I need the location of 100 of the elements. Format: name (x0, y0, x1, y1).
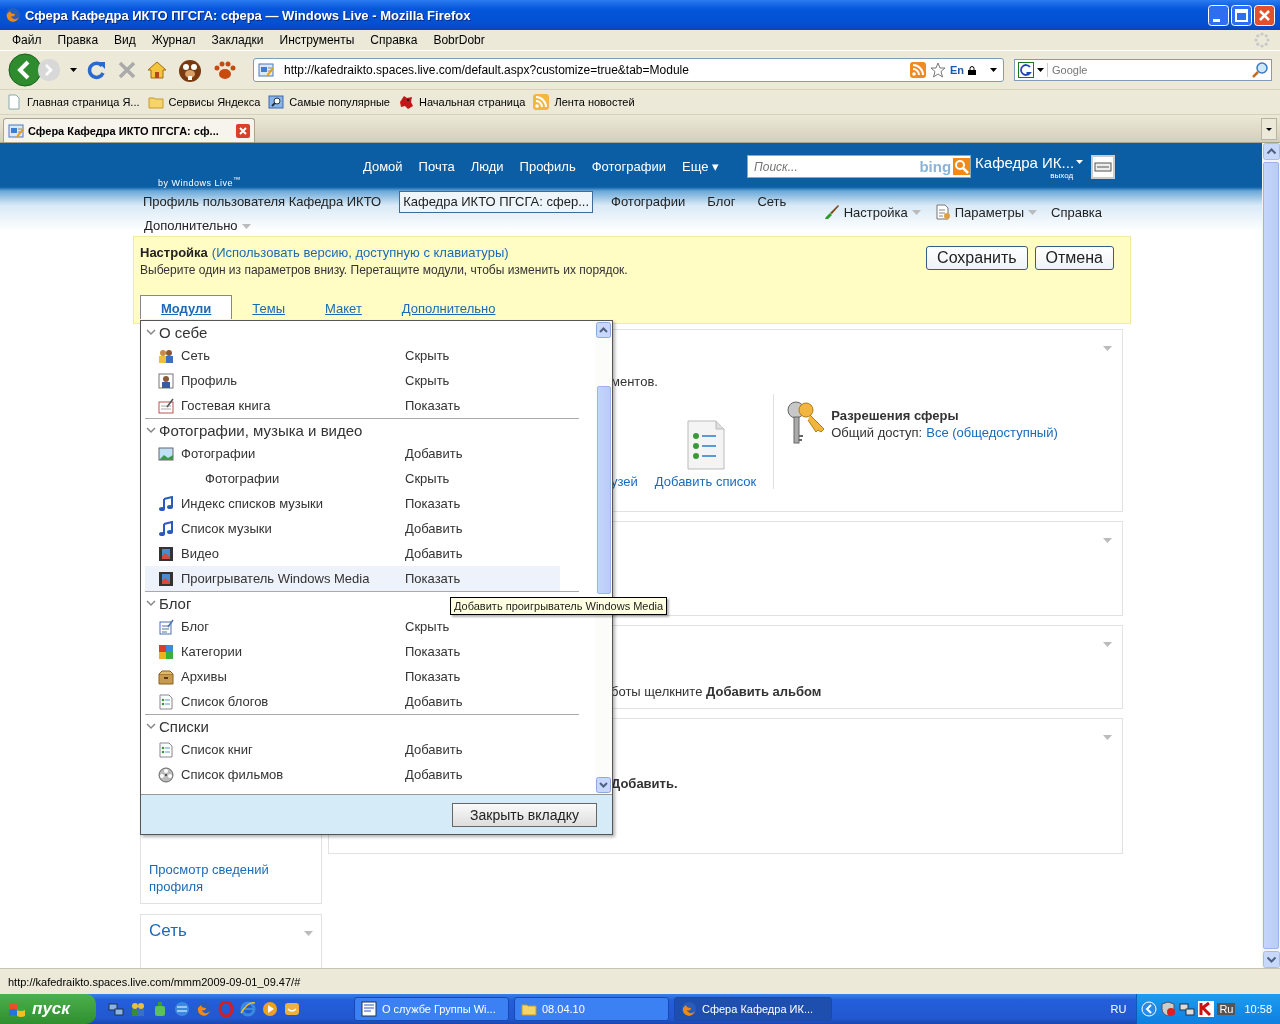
module-row[interactable]: Фотографии Скрыть (145, 466, 560, 491)
scroll-up-button[interactable] (596, 322, 611, 338)
group-title[interactable]: Фотографии, музыка и видео (159, 421, 363, 439)
shield-icon[interactable] (1160, 1001, 1177, 1017)
subnav-link[interactable]: Кафедра ИКТО ПГСГА: сфер... (399, 191, 593, 213)
nav-link[interactable]: Домой (363, 159, 403, 174)
menu-item[interactable]: Файл (6, 33, 48, 47)
menu-item[interactable]: Вид (108, 33, 142, 47)
module-row[interactable]: Гостевая книга Показать (145, 393, 560, 418)
menu-item[interactable]: Журнал (145, 33, 202, 47)
scroll-thumb[interactable] (596, 386, 611, 594)
chevron-icon[interactable] (146, 722, 156, 730)
firefox-icon[interactable] (196, 1001, 212, 1017)
search-box[interactable]: Google (1014, 59, 1272, 81)
module-row[interactable]: Сеть Скрыть (145, 343, 560, 368)
play-icon[interactable] (262, 1001, 278, 1017)
reload-icon[interactable] (87, 60, 107, 80)
taskbar-button[interactable]: Сфера Кафедра ИК... (674, 997, 832, 1021)
dropdown-icon[interactable] (1037, 68, 1044, 72)
people-icon[interactable] (130, 1001, 146, 1017)
chat-icon[interactable] (284, 1001, 300, 1017)
bookmark-item[interactable]: Лента новостей (533, 94, 635, 110)
nav-link[interactable]: Фотографии (591, 159, 666, 174)
module-row[interactable]: Видео Добавить (145, 541, 560, 566)
search-icon[interactable] (953, 158, 971, 175)
chevron-icon[interactable] (146, 426, 156, 434)
search-icon[interactable] (1252, 62, 1268, 78)
group-title[interactable]: О себе (159, 323, 208, 341)
rss-icon[interactable] (909, 62, 926, 78)
nav-link[interactable]: Профиль (519, 159, 576, 174)
menu-item[interactable]: BobrDobr (427, 33, 491, 47)
cancel-button[interactable]: Отмена (1034, 246, 1114, 270)
caret-icon[interactable] (1076, 160, 1084, 164)
beaver-icon[interactable] (177, 57, 203, 83)
history-dropdown-icon[interactable] (70, 68, 77, 72)
minimize-button[interactable] (1208, 4, 1229, 26)
group-title[interactable]: Блог (159, 594, 192, 612)
subnav-link[interactable]: Блог (703, 191, 740, 213)
profile-link[interactable]: Просмотр сведений профиля (149, 861, 313, 895)
bookmark-item[interactable]: Самые популярные (268, 94, 390, 110)
subnav-link[interactable]: Профиль пользователя Кафедра ИКТО (139, 191, 386, 213)
module-row[interactable]: Список книг Добавить (145, 737, 560, 762)
tab-list-button[interactable] (1261, 118, 1277, 140)
chevron-icon[interactable] (146, 328, 156, 336)
module-row[interactable]: Категории Показать (145, 639, 560, 664)
module-row[interactable]: Блог Скрыть (145, 614, 560, 639)
close-tab-button[interactable]: Закрыть вкладку (452, 802, 597, 827)
back-button[interactable] (8, 53, 42, 87)
globe-icon[interactable] (174, 1001, 190, 1017)
tab[interactable]: Темы (232, 299, 306, 319)
module-row[interactable]: Профиль Скрыть (145, 368, 560, 393)
module-row[interactable]: Список музыки Добавить (145, 516, 560, 541)
star-icon[interactable] (929, 62, 946, 78)
bottle-icon[interactable] (152, 1001, 168, 1017)
more-menu[interactable]: Дополнительно (140, 215, 255, 237)
module-row[interactable]: Список блогов Добавить (145, 689, 560, 714)
scroll-down-button[interactable] (1262, 951, 1280, 968)
close-icon[interactable] (236, 123, 250, 138)
scroll-up-button[interactable] (1262, 143, 1280, 160)
module-row[interactable]: Фотографии Добавить (145, 441, 560, 466)
add-list-link[interactable]: Добавить список (654, 474, 757, 489)
module-row[interactable]: Архивы Показать (145, 664, 560, 689)
avatar-icon[interactable] (1091, 154, 1116, 179)
access-link[interactable]: Все (общедоступный) (926, 425, 1058, 440)
menu-item[interactable]: Справка (364, 33, 424, 47)
list-document-icon[interactable] (685, 420, 726, 470)
subnav-link[interactable]: Сеть (753, 191, 791, 213)
keyboard-version-link[interactable]: (Использовать версию, доступную с клавиатуры) (211, 245, 509, 260)
maximize-button[interactable] (1231, 4, 1252, 26)
language-indicator[interactable]: RU (1110, 1003, 1127, 1015)
browser-e-icon[interactable] (240, 1001, 256, 1017)
bookmark-item[interactable]: Главная страница Я... (6, 94, 140, 110)
tab[interactable]: Дополнительно (381, 299, 516, 319)
taskbar-button[interactable]: О службе Группы Wi... (354, 997, 509, 1021)
nav-link[interactable]: Люди (470, 159, 504, 174)
chevron-icon[interactable] (146, 599, 156, 607)
module-row[interactable]: Проигрыватель Windows Media Показать (145, 566, 560, 591)
toolbar-link[interactable]: Настройка (823, 204, 921, 220)
browser-tab[interactable]: Сфера Кафедра ИКТО ПГСГА: сф... (3, 118, 255, 142)
forward-button[interactable] (38, 58, 60, 82)
bookmark-item[interactable]: Сервисы Яндекса (147, 94, 261, 110)
address-field[interactable]: http://kafedraikto.spaces.live.com/default.aspx?customize=true&tab=Module En (253, 58, 1004, 82)
google-icon[interactable] (1018, 62, 1034, 78)
menu-item[interactable]: Инструменты (273, 33, 361, 47)
paw-icon[interactable] (213, 59, 237, 81)
close-button[interactable] (1254, 4, 1275, 26)
tab[interactable]: Макет (305, 299, 382, 319)
module-row[interactable]: Индекс списков музыки Показать (145, 491, 560, 516)
bookmark-item[interactable]: Начальная страница (398, 94, 526, 110)
menu-item[interactable]: Закладки (205, 33, 270, 47)
k-logo-icon[interactable] (1198, 1001, 1215, 1017)
tab[interactable]: Модули (140, 295, 233, 319)
scroll-thumb[interactable] (1263, 162, 1279, 949)
taskbar-button[interactable]: 08.04.10 (514, 997, 669, 1021)
network-icon[interactable] (108, 1001, 124, 1017)
toolbar-link[interactable]: Справка (1051, 204, 1102, 220)
network-icon[interactable] (1179, 1001, 1196, 1017)
home-icon[interactable] (147, 60, 167, 80)
menu-item[interactable]: Правка (51, 33, 105, 47)
group-title[interactable]: Списки (159, 717, 209, 735)
